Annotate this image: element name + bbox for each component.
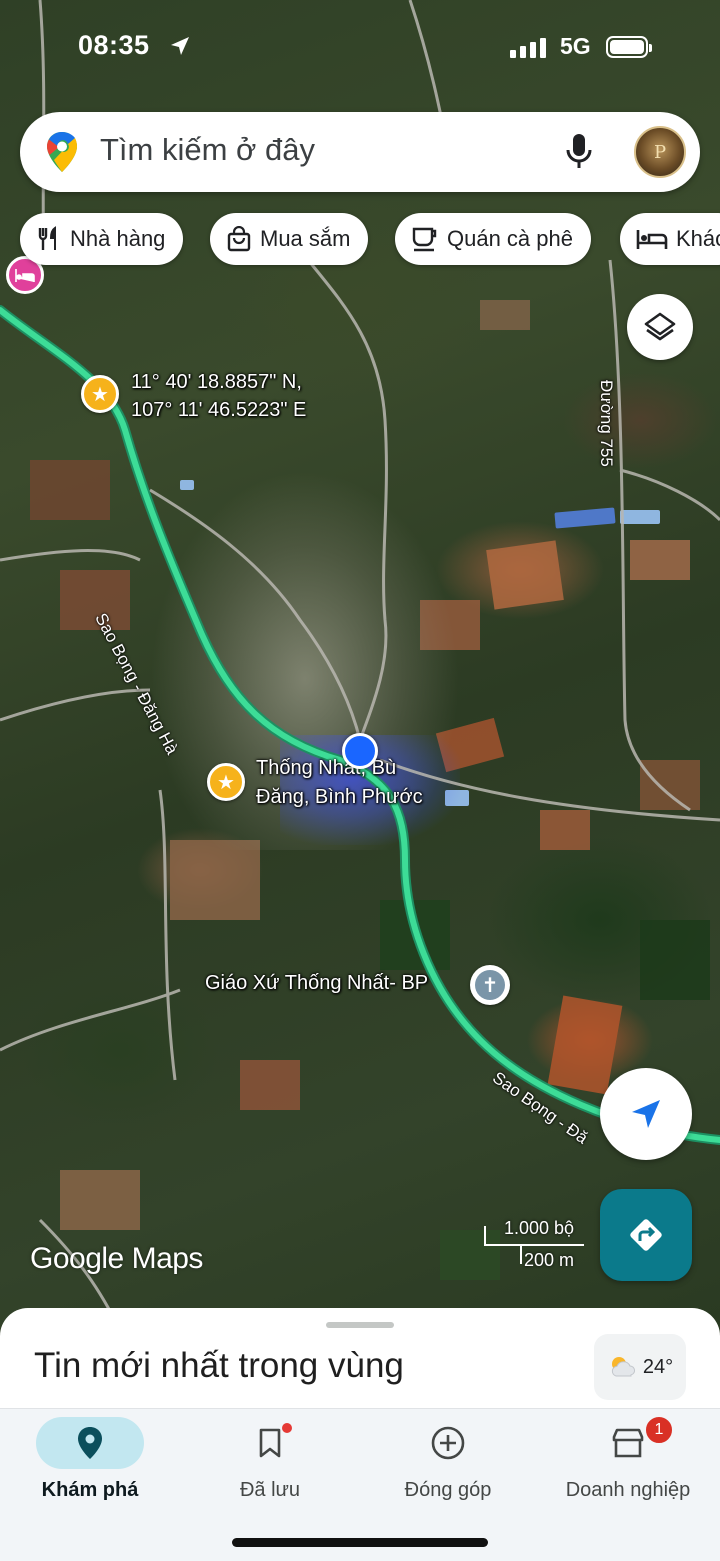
shopping-bag-icon [227,226,251,252]
coffee-cup-icon [412,227,437,252]
nav-label: Doanh nghiệp [565,1479,691,1501]
home-indicator[interactable] [232,1538,488,1547]
search-input[interactable]: Tìm kiếm ở đây [100,132,315,168]
status-time: 08:35 [78,30,150,60]
nav-label: Đóng góp [404,1479,492,1501]
nav-label: Đã lưu [239,1479,301,1501]
my-location-button[interactable] [600,1068,692,1160]
place-label-line1: Thống Nhất, Bù [256,757,397,779]
saved-place-star-pin[interactable]: ★ [207,763,245,801]
road-label: Đường 755 [597,380,616,467]
star-icon: ★ [91,383,109,406]
chip-coffee[interactable]: Quán cà phê [395,213,591,265]
weather-chip[interactable]: 24° [594,1334,686,1400]
nav-label: Khám phá [41,1479,139,1501]
location-pin-icon [78,1427,102,1459]
battery-icon [606,36,652,58]
chip-label: Nhà hàng [70,226,166,251]
directions-button[interactable] [600,1189,692,1281]
navigation-arrow-icon [632,1100,660,1128]
coordinates-latitude: 11° 40' 18.8857" N, [131,371,302,393]
scale-feet: 1.000 bộ [504,1218,575,1238]
bed-icon [636,230,668,249]
add-circle-icon [431,1426,465,1460]
partly-cloudy-icon [611,1357,635,1377]
nav-explore[interactable]: Khám phá [0,1409,180,1519]
signal-strength-icon [510,38,546,58]
google-maps-logo: Google Maps [30,1242,203,1275]
nav-contribute[interactable]: Đóng góp [358,1409,538,1519]
place-label[interactable]: Thống Nhất, Bù Đăng, Bình Phước [256,754,423,812]
sheet-title: Tin mới nhất trong vùng [34,1346,404,1385]
chip-label: Mua sắm [260,226,351,251]
avatar-monogram-icon: P [653,141,667,163]
nav-icon-container [394,1417,502,1469]
layers-icon [644,312,676,341]
weather-temperature: 24° [642,1355,674,1378]
account-avatar[interactable]: P [634,126,686,178]
location-arrow-icon [171,37,189,55]
nav-icon-container: 1 [574,1415,682,1469]
chip-restaurants[interactable]: Nhà hàng [20,213,184,265]
chip-shopping[interactable]: Mua sắm [210,213,369,265]
nav-icon-container [216,1417,324,1469]
microphone-icon[interactable] [564,132,594,172]
scale-meters: 200 m [524,1250,575,1270]
storefront-icon [612,1428,644,1458]
business-badge: 1 [644,1415,674,1445]
directions-icon [630,1219,662,1251]
coordinates-longitude: 107° 11' 46.5223" E [131,399,307,421]
star-icon: ★ [217,771,235,794]
nav-business[interactable]: 1 Doanh nghiệp [538,1409,718,1519]
chip-hotels[interactable]: Khác [620,213,720,265]
bed-icon [15,269,35,282]
church-pin[interactable]: ✝ [470,965,510,1005]
church-label[interactable]: Giáo Xứ Thống Nhất- BP [205,972,428,995]
bookmark-icon [259,1428,281,1458]
search-bar[interactable]: Tìm kiếm ở đây P [20,112,700,192]
nav-active-indicator [36,1417,144,1469]
saved-place-star-pin[interactable]: ★ [81,375,119,413]
map-layers-button[interactable] [627,294,693,360]
notification-dot [282,1423,292,1433]
chip-label: Quán cà phê [447,226,573,251]
place-label-line2: Đăng, Bình Phước [256,786,423,808]
cross-icon: ✝ [475,970,505,1000]
nav-saved[interactable]: Đã lưu [180,1409,360,1519]
current-location-dot [342,733,378,769]
coordinates-label: 11° 40' 18.8857" N, 107° 11' 46.5223" E [131,368,306,424]
sheet-drag-handle[interactable] [326,1322,394,1328]
chip-label: Khác [676,226,720,251]
status-bar: 08:35 5G [0,24,720,76]
google-maps-pin-icon [47,132,77,172]
category-chips: Nhà hàng Mua sắm Quán cà phê Khác [0,213,720,267]
fork-knife-icon [38,226,56,250]
network-type: 5G [560,33,591,59]
